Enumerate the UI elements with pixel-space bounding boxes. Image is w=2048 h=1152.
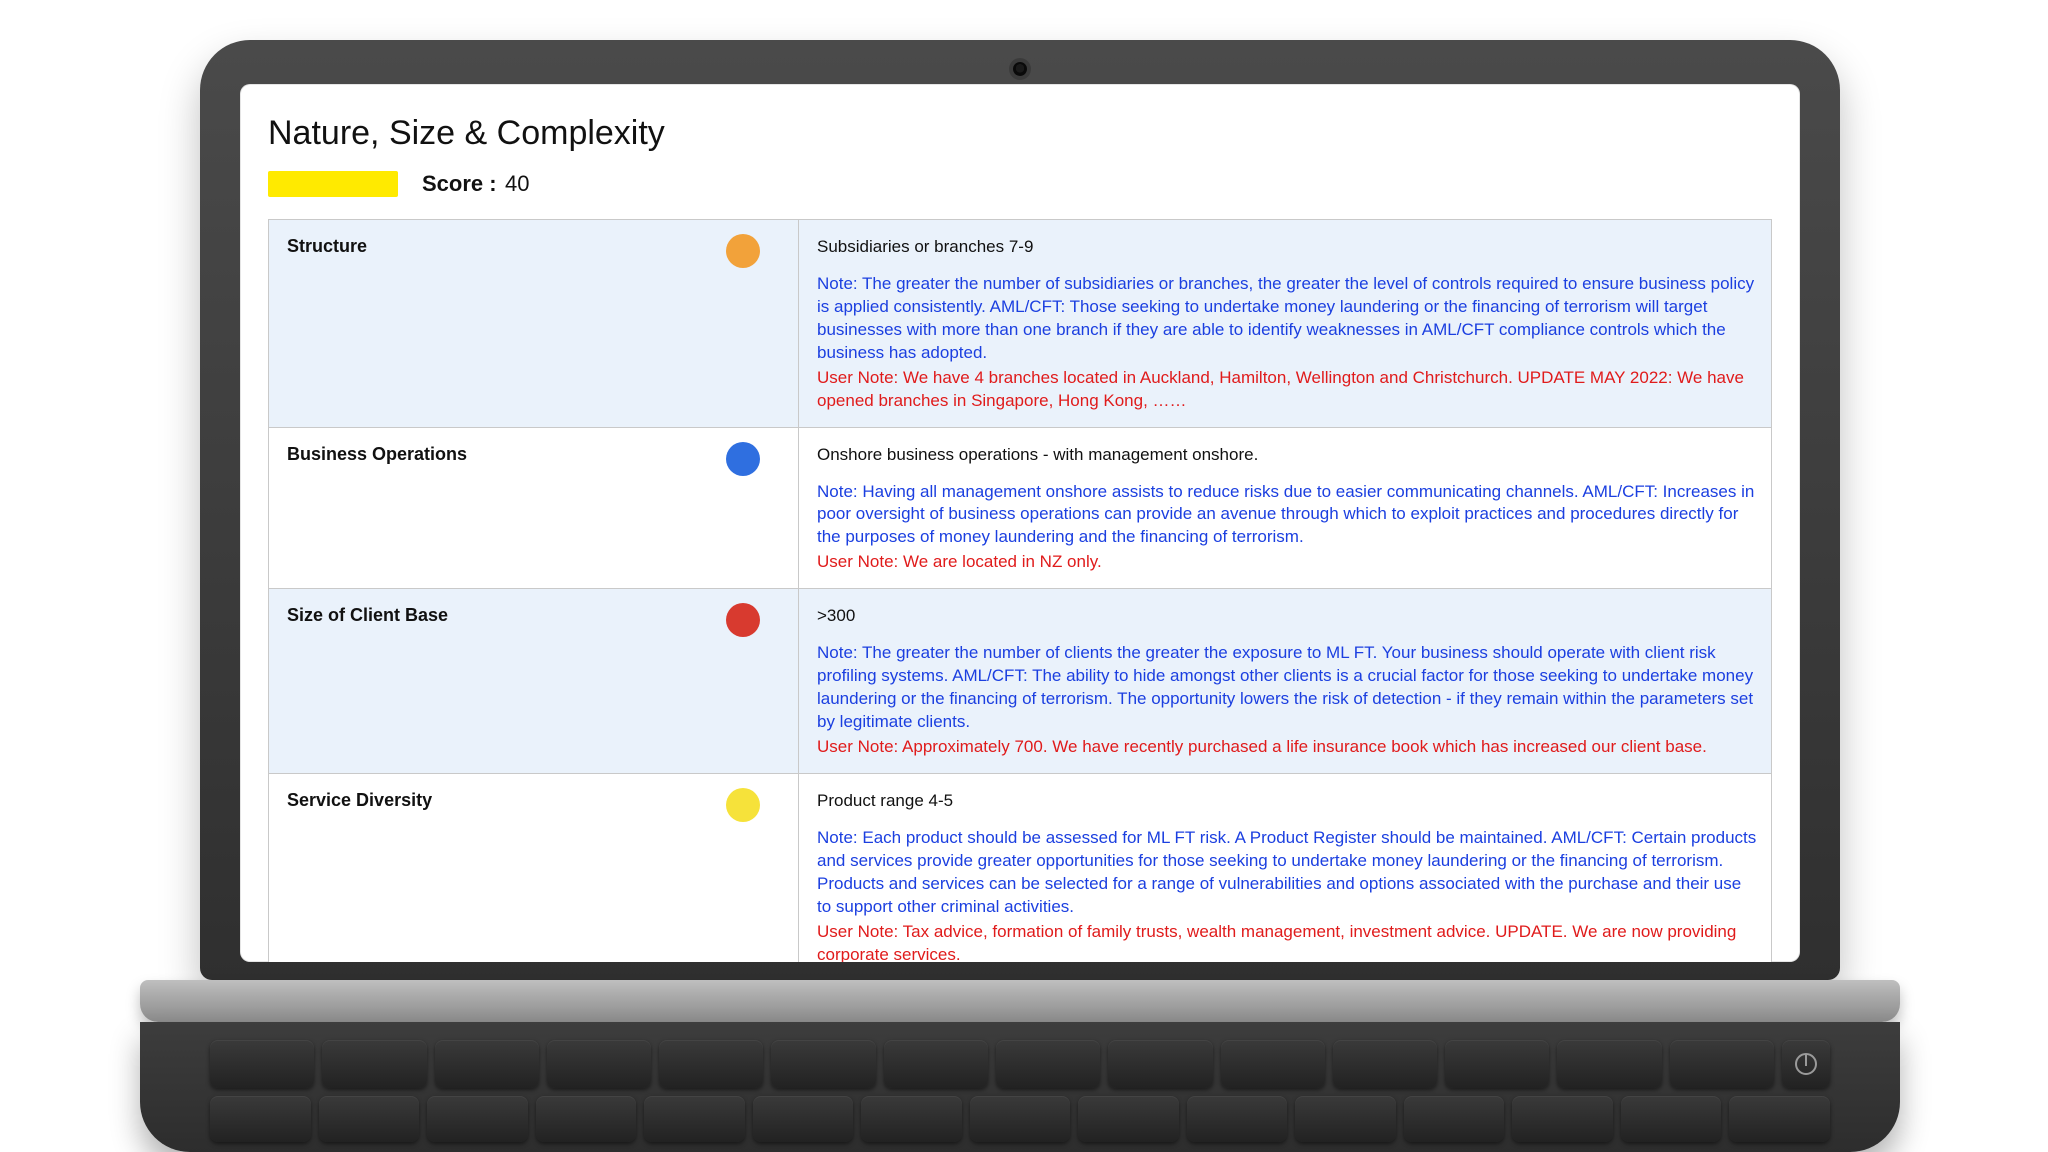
category-cell: Business Operations bbox=[269, 427, 799, 589]
row-user-note: User Note: Approximately 700. We have re… bbox=[817, 736, 1757, 759]
score-wrap: Score : 40 bbox=[422, 171, 530, 197]
laptop-mock: Nature, Size & Complexity Score : 40 Str… bbox=[200, 40, 1840, 1152]
score-value: 40 bbox=[505, 171, 529, 196]
table-row: Structure Subsidiaries or branches 7-9 Not… bbox=[269, 220, 1772, 428]
page-title: Nature, Size & Complexity bbox=[268, 114, 1772, 153]
category-cell: Structure bbox=[269, 220, 799, 428]
description-cell: Product range 4-5 Note: Each product shou… bbox=[799, 773, 1772, 962]
score-bar: Score : 40 bbox=[268, 171, 1772, 197]
category-name: Size of Client Base bbox=[287, 605, 784, 626]
score-swatch bbox=[268, 171, 398, 197]
laptop-lid: Nature, Size & Complexity Score : 40 Str… bbox=[200, 40, 1840, 980]
row-note: Note: Each product should be assessed fo… bbox=[817, 827, 1757, 919]
row-summary: Onshore business operations - with manag… bbox=[817, 444, 1757, 467]
laptop-hinge bbox=[140, 980, 1900, 1022]
camera-icon bbox=[1013, 62, 1027, 76]
row-note: Note: The greater the number of clients … bbox=[817, 642, 1757, 734]
risk-dot-icon bbox=[726, 234, 760, 268]
row-user-note: User Note: We are located in NZ only. bbox=[817, 551, 1757, 574]
category-cell: Size of Client Base bbox=[269, 589, 799, 774]
description-cell: >300 Note: The greater the number of clie… bbox=[799, 589, 1772, 774]
key-row-2 bbox=[210, 1096, 1830, 1142]
table-row: Business Operations Onshore business oper… bbox=[269, 427, 1772, 589]
risk-dot-icon bbox=[726, 603, 760, 637]
row-user-note: User Note: We have 4 branches located in… bbox=[817, 367, 1757, 413]
category-cell: Service Diversity bbox=[269, 773, 799, 962]
risk-dot-icon bbox=[726, 788, 760, 822]
row-user-note: User Note: Tax advice, formation of fami… bbox=[817, 921, 1757, 962]
page-content: Nature, Size & Complexity Score : 40 Str… bbox=[240, 84, 1800, 962]
power-button-icon bbox=[1782, 1040, 1830, 1088]
table-row: Size of Client Base >300 Note: The greater… bbox=[269, 589, 1772, 774]
risk-table: Structure Subsidiaries or branches 7-9 Not… bbox=[268, 219, 1772, 962]
key-row-1 bbox=[210, 1040, 1830, 1088]
row-summary: >300 bbox=[817, 605, 1757, 628]
category-name: Service Diversity bbox=[287, 790, 784, 811]
description-cell: Subsidiaries or branches 7-9 Note: The gr… bbox=[799, 220, 1772, 428]
description-cell: Onshore business operations - with manag… bbox=[799, 427, 1772, 589]
row-summary: Product range 4-5 bbox=[817, 790, 1757, 813]
row-note: Note: Having all management onshore assi… bbox=[817, 481, 1757, 550]
risk-dot-icon bbox=[726, 442, 760, 476]
score-label: Score : bbox=[422, 171, 497, 196]
row-summary: Subsidiaries or branches 7-9 bbox=[817, 236, 1757, 259]
category-name: Business Operations bbox=[287, 444, 784, 465]
row-note: Note: The greater the number of subsidia… bbox=[817, 273, 1757, 365]
table-row: Service Diversity Product range 4-5 Note: … bbox=[269, 773, 1772, 962]
category-name: Structure bbox=[287, 236, 784, 257]
laptop-keydeck bbox=[140, 1022, 1900, 1152]
screen: Nature, Size & Complexity Score : 40 Str… bbox=[240, 84, 1800, 962]
